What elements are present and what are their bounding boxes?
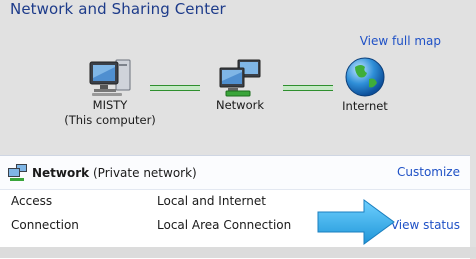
access-label: Access [11,194,53,208]
bottom-strip [0,247,476,258]
globe-icon [345,57,385,97]
access-value: Local and Internet [157,194,266,208]
network-name-bold: Network [32,166,90,180]
network-details-panel: Network (Private network) Customize Acce… [0,155,470,259]
network-type: (Private network) [92,166,197,180]
network-header: Network (Private network) Customize [0,156,470,190]
network-icon [219,59,261,97]
connection-line [150,85,200,91]
network-name: Network (Private network) [32,166,197,180]
internet-label: Internet [342,99,388,113]
customize-link[interactable]: Customize [397,165,460,179]
connection-value[interactable]: Local Area Connection [157,218,291,232]
computer-icon [89,59,131,96]
computer-node[interactable]: MISTY (This computer) [55,58,165,128]
page-title: Network and Sharing Center [10,0,226,18]
computer-name: MISTY [92,98,128,112]
connection-label: Connection [11,218,79,232]
network-label: Network [215,98,265,112]
view-status-link[interactable]: View status [391,218,460,232]
arrow-annotation [317,199,395,245]
computer-subtitle: (This computer) [64,113,156,127]
network-node[interactable]: Network [205,58,275,113]
network-small-icon [8,164,27,181]
internet-node[interactable]: Internet [330,55,400,114]
connection-line [283,85,333,91]
view-full-map-link[interactable]: View full map [360,34,441,48]
